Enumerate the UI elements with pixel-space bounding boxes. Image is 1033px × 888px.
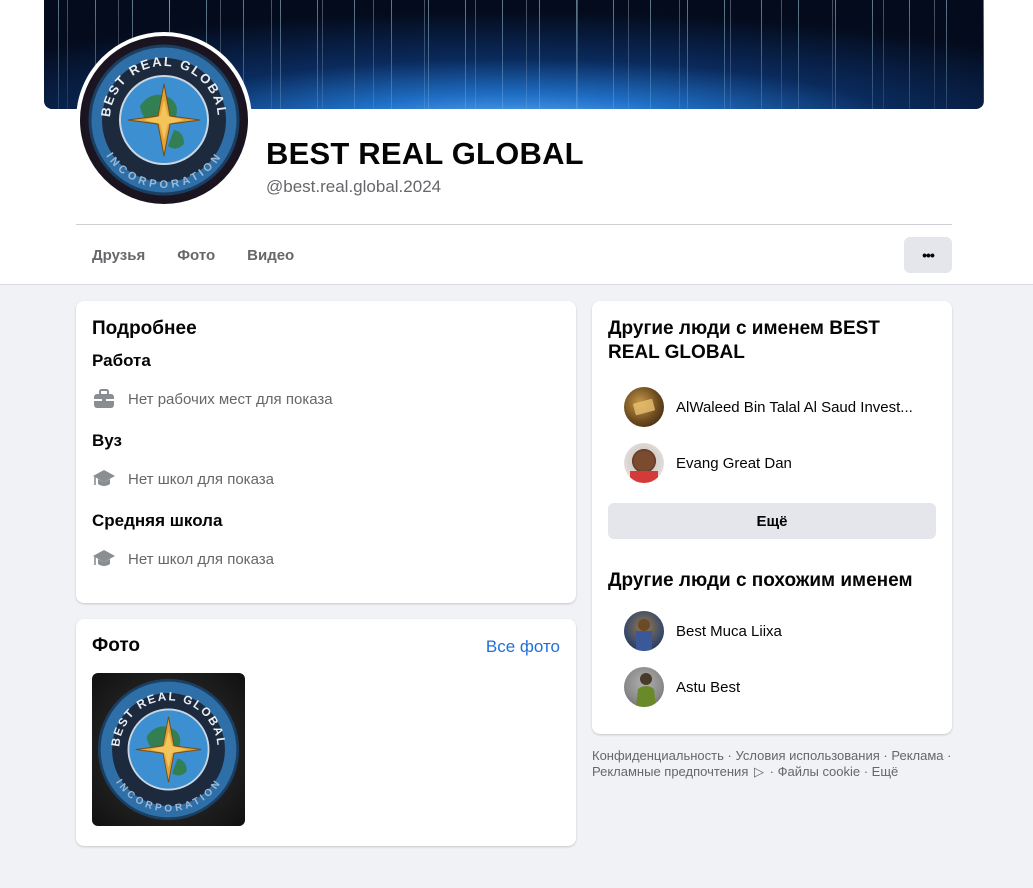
person-name: Evang Great Dan [676,454,792,472]
page-title: BEST REAL GLOBAL [266,136,584,171]
graduation-cap-icon [92,467,116,491]
globe-logo-icon: BEST REAL GLOBAL INCORPORATION [88,44,240,196]
footer-separator: · [769,764,774,779]
footer-separator: · [947,748,952,763]
avatar [624,387,664,427]
footer-ads-link[interactable]: Реклама [891,748,943,763]
footer-privacy-link[interactable]: Конфиденциальность [592,748,724,763]
tab-videos[interactable]: Видео [231,236,310,274]
university-row: Нет школ для показа [92,467,274,491]
work-title: Работа [92,351,151,370]
photos-card: Фото Все фото BEST REAL GLOBAL INCORPORA… [76,619,576,846]
all-photos-link[interactable]: Все фото [486,637,560,657]
footer-terms-link[interactable]: Условия использования [735,748,879,763]
footer-separator: · [727,748,732,763]
photo-thumbnail[interactable]: BEST REAL GLOBAL INCORPORATION [92,673,245,826]
work-text: Нет рабочих мест для показа [128,390,333,408]
highschool-title: Средняя школа [92,511,223,530]
tab-photos[interactable]: Фото [161,236,231,274]
people-card: Другие люди с именем BEST REAL GLOBAL Al… [592,301,952,734]
ad-choices-icon: ▷ [753,764,764,779]
list-item[interactable]: Best Muca Liixa [624,611,782,651]
more-dots-icon: ••• [922,247,935,263]
briefcase-icon [92,387,116,411]
footer-separator: · [863,764,869,779]
avatar [624,667,664,707]
header-divider [76,224,952,225]
profile-handle: @best.real.global.2024 [266,177,442,196]
photos-title: Фото [92,635,141,656]
person-name: AlWaleed Bin Talal Al Saud Invest... [676,398,913,416]
footer-ad-choices-link[interactable]: Рекламные предпочтения [592,764,748,779]
list-item[interactable]: Astu Best [624,667,740,707]
highschool-text: Нет школ для показа [128,550,274,568]
same-name-title: Другие люди с именем BEST REAL GLOBAL [608,318,880,363]
person-name: Best Muca Liixa [676,622,782,640]
see-more-button[interactable]: Ещё [608,503,936,539]
list-item[interactable]: Evang Great Dan [624,443,792,483]
person-name: Astu Best [676,678,741,696]
footer-links: Конфиденциальность · Условия использован… [592,748,957,780]
highschool-row: Нет школ для показа [92,547,274,571]
avatar [624,443,664,483]
avatar [624,611,664,651]
tab-friends[interactable]: Друзья [76,236,161,274]
globe-logo-icon: BEST REAL GLOBAL INCORPORATION [97,678,240,821]
avatar-logo-image: BEST REAL GLOBAL INCORPORATION [80,36,248,204]
university-title: Вуз [92,431,122,450]
work-row: Нет рабочих мест для показа [92,387,333,411]
profile-tabs: Друзья Фото Видео [76,236,310,274]
about-title: Подробнее [92,318,197,339]
footer-cookies-link[interactable]: Файлы cookie [778,764,861,779]
university-text: Нет школ для показа [128,470,274,488]
profile-avatar[interactable]: BEST REAL GLOBAL INCORPORATION [76,32,252,208]
footer-separator: · [883,748,888,763]
similar-name-title: Другие люди с похожим именем [608,570,913,591]
footer-more-link[interactable]: Ещё [872,764,899,779]
graduation-cap-icon [92,547,116,571]
about-card: Подробнее Работа Нет рабочих мест для по… [76,301,576,603]
list-item[interactable]: AlWaleed Bin Talal Al Saud Invest... [624,387,913,427]
more-options-button[interactable]: ••• [904,237,952,273]
